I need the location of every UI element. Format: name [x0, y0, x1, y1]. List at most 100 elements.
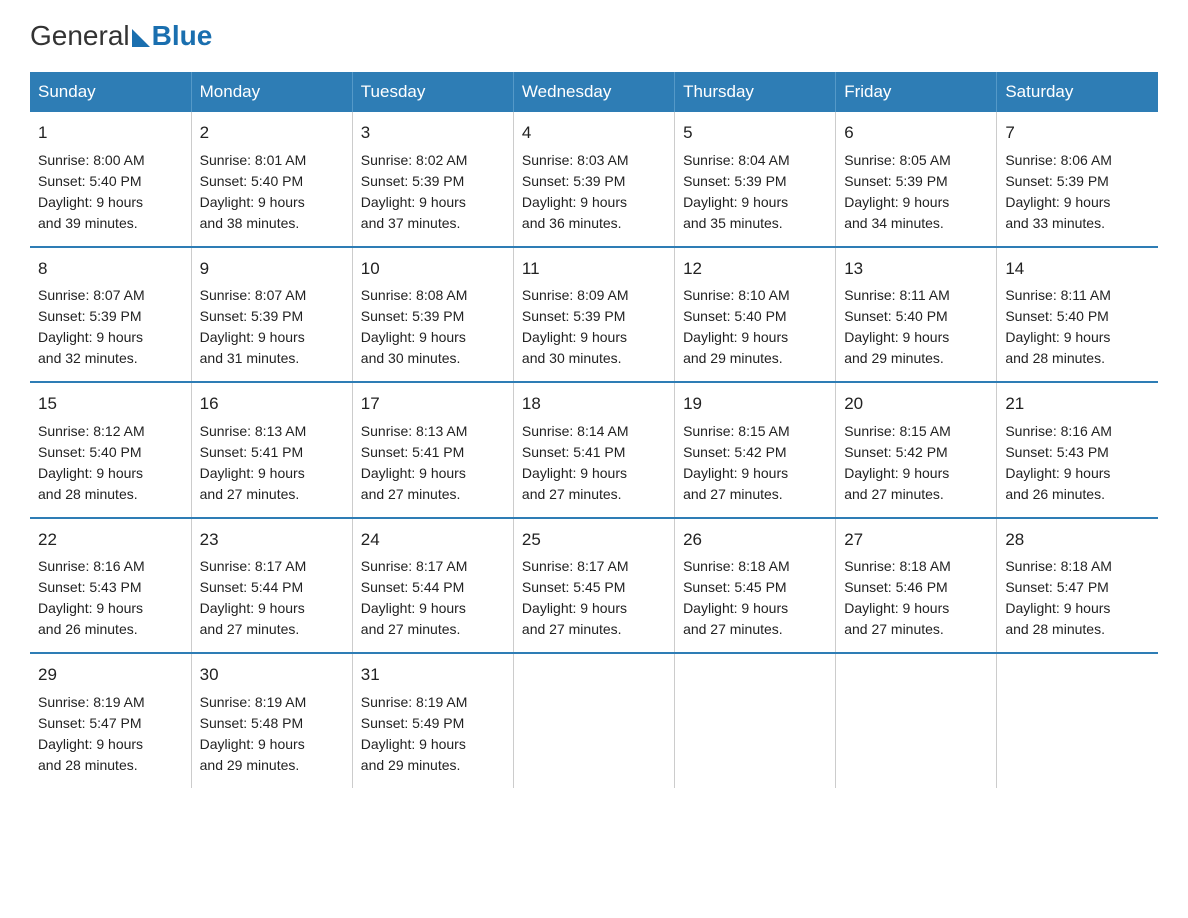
daylight-label: Daylight: 9 hours: [683, 600, 788, 616]
calendar-cell: 21Sunrise: 8:16 AMSunset: 5:43 PMDayligh…: [997, 382, 1158, 518]
daylight-minutes: and 38 minutes.: [200, 215, 300, 231]
sunset-label: Sunset: 5:43 PM: [1005, 444, 1109, 460]
daylight-minutes: and 27 minutes.: [683, 486, 783, 502]
calendar-cell: 30Sunrise: 8:19 AMSunset: 5:48 PMDayligh…: [191, 653, 352, 788]
sunset-label: Sunset: 5:39 PM: [361, 173, 465, 189]
sunset-label: Sunset: 5:49 PM: [361, 715, 465, 731]
sunset-label: Sunset: 5:43 PM: [38, 579, 142, 595]
calendar-cell: 24Sunrise: 8:17 AMSunset: 5:44 PMDayligh…: [352, 518, 513, 654]
calendar-cell: 29Sunrise: 8:19 AMSunset: 5:47 PMDayligh…: [30, 653, 191, 788]
calendar-cell: 26Sunrise: 8:18 AMSunset: 5:45 PMDayligh…: [675, 518, 836, 654]
daylight-label: Daylight: 9 hours: [361, 194, 466, 210]
daylight-minutes: and 29 minutes.: [200, 757, 300, 773]
daylight-label: Daylight: 9 hours: [683, 194, 788, 210]
sunset-label: Sunset: 5:40 PM: [683, 308, 787, 324]
sunset-label: Sunset: 5:41 PM: [522, 444, 626, 460]
sunset-label: Sunset: 5:40 PM: [844, 308, 948, 324]
sunset-label: Sunset: 5:47 PM: [38, 715, 142, 731]
sunrise-label: Sunrise: 8:07 AM: [200, 287, 307, 303]
daylight-minutes: and 27 minutes.: [844, 486, 944, 502]
calendar-cell: 5Sunrise: 8:04 AMSunset: 5:39 PMDaylight…: [675, 112, 836, 247]
sunrise-label: Sunrise: 8:17 AM: [522, 558, 629, 574]
logo-blue: Blue: [152, 20, 213, 52]
daylight-label: Daylight: 9 hours: [844, 194, 949, 210]
sunrise-label: Sunrise: 8:11 AM: [1005, 287, 1111, 303]
calendar-cell: [675, 653, 836, 788]
header-day-tuesday: Tuesday: [352, 72, 513, 112]
calendar-cell: 17Sunrise: 8:13 AMSunset: 5:41 PMDayligh…: [352, 382, 513, 518]
logo: General Blue: [30, 20, 212, 52]
daylight-label: Daylight: 9 hours: [200, 600, 305, 616]
calendar-cell: 16Sunrise: 8:13 AMSunset: 5:41 PMDayligh…: [191, 382, 352, 518]
daylight-minutes: and 26 minutes.: [1005, 486, 1105, 502]
daylight-minutes: and 27 minutes.: [361, 621, 461, 637]
logo-triangle-icon: [132, 29, 150, 47]
sunrise-label: Sunrise: 8:07 AM: [38, 287, 145, 303]
day-number: 30: [200, 662, 344, 688]
sunrise-label: Sunrise: 8:13 AM: [200, 423, 307, 439]
sunrise-label: Sunrise: 8:19 AM: [200, 694, 307, 710]
daylight-label: Daylight: 9 hours: [38, 600, 143, 616]
sunset-label: Sunset: 5:45 PM: [522, 579, 626, 595]
daylight-minutes: and 29 minutes.: [361, 757, 461, 773]
sunrise-label: Sunrise: 8:15 AM: [844, 423, 951, 439]
sunset-label: Sunset: 5:42 PM: [844, 444, 948, 460]
calendar-cell: 6Sunrise: 8:05 AMSunset: 5:39 PMDaylight…: [836, 112, 997, 247]
daylight-minutes: and 27 minutes.: [361, 486, 461, 502]
calendar-cell: 31Sunrise: 8:19 AMSunset: 5:49 PMDayligh…: [352, 653, 513, 788]
daylight-minutes: and 29 minutes.: [844, 350, 944, 366]
daylight-minutes: and 30 minutes.: [522, 350, 622, 366]
daylight-label: Daylight: 9 hours: [1005, 600, 1110, 616]
day-number: 18: [522, 391, 666, 417]
daylight-minutes: and 28 minutes.: [38, 486, 138, 502]
week-row-1: 1Sunrise: 8:00 AMSunset: 5:40 PMDaylight…: [30, 112, 1158, 247]
sunrise-label: Sunrise: 8:06 AM: [1005, 152, 1112, 168]
daylight-minutes: and 28 minutes.: [1005, 350, 1105, 366]
daylight-label: Daylight: 9 hours: [1005, 194, 1110, 210]
day-number: 29: [38, 662, 183, 688]
daylight-minutes: and 28 minutes.: [1005, 621, 1105, 637]
day-number: 9: [200, 256, 344, 282]
calendar-cell: 7Sunrise: 8:06 AMSunset: 5:39 PMDaylight…: [997, 112, 1158, 247]
calendar-cell: 19Sunrise: 8:15 AMSunset: 5:42 PMDayligh…: [675, 382, 836, 518]
calendar-table: SundayMondayTuesdayWednesdayThursdayFrid…: [30, 72, 1158, 788]
week-row-5: 29 Sunrise: 8:19 AM Sunset: 5:47 PM Dayligh…: [30, 653, 1158, 788]
daylight-label: Daylight: 9 hours: [683, 329, 788, 345]
daylight-minutes: and 28 minutes.: [38, 757, 138, 773]
day-number: 17: [361, 391, 505, 417]
day-number: 5: [683, 120, 827, 146]
sunset-label: Sunset: 5:39 PM: [1005, 173, 1109, 189]
sunset-label: Sunset: 5:41 PM: [361, 444, 465, 460]
daylight-label: Daylight: 9 hours: [683, 465, 788, 481]
week-row-3: 15Sunrise: 8:12 AMSunset: 5:40 PMDayligh…: [30, 382, 1158, 518]
sunset-label: Sunset: 5:40 PM: [38, 173, 142, 189]
day-number: 14: [1005, 256, 1150, 282]
daylight-label: Daylight: 9 hours: [200, 194, 305, 210]
sunset-label: Sunset: 5:48 PM: [200, 715, 304, 731]
sunrise-label: Sunrise: 8:19 AM: [361, 694, 468, 710]
calendar-cell: 13Sunrise: 8:11 AMSunset: 5:40 PMDayligh…: [836, 247, 997, 383]
daylight-label: Daylight: 9 hours: [522, 465, 627, 481]
daylight-minutes: and 27 minutes.: [200, 621, 300, 637]
calendar-cell: [997, 653, 1158, 788]
calendar-cell: 4Sunrise: 8:03 AMSunset: 5:39 PMDaylight…: [513, 112, 674, 247]
sunset-label: Sunset: 5:39 PM: [683, 173, 787, 189]
day-number: 12: [683, 256, 827, 282]
day-number: 26: [683, 527, 827, 553]
sunrise-label: Sunrise: 8:18 AM: [683, 558, 790, 574]
daylight-minutes: and 27 minutes.: [200, 486, 300, 502]
calendar-cell: 22Sunrise: 8:16 AMSunset: 5:43 PMDayligh…: [30, 518, 191, 654]
sunset-label: Sunset: 5:40 PM: [38, 444, 142, 460]
daylight-label: Daylight: 9 hours: [361, 736, 466, 752]
sunrise-label: Sunrise: 8:13 AM: [361, 423, 468, 439]
calendar-cell: 23Sunrise: 8:17 AMSunset: 5:44 PMDayligh…: [191, 518, 352, 654]
sunrise-label: Sunrise: 8:17 AM: [361, 558, 468, 574]
sunset-label: Sunset: 5:46 PM: [844, 579, 948, 595]
calendar-cell: 14Sunrise: 8:11 AMSunset: 5:40 PMDayligh…: [997, 247, 1158, 383]
daylight-minutes: and 30 minutes.: [361, 350, 461, 366]
daylight-label: Daylight: 9 hours: [361, 329, 466, 345]
day-number: 15: [38, 391, 183, 417]
sunrise-label: Sunrise: 8:10 AM: [683, 287, 790, 303]
sunset-label: Sunset: 5:41 PM: [200, 444, 304, 460]
header-day-saturday: Saturday: [997, 72, 1158, 112]
